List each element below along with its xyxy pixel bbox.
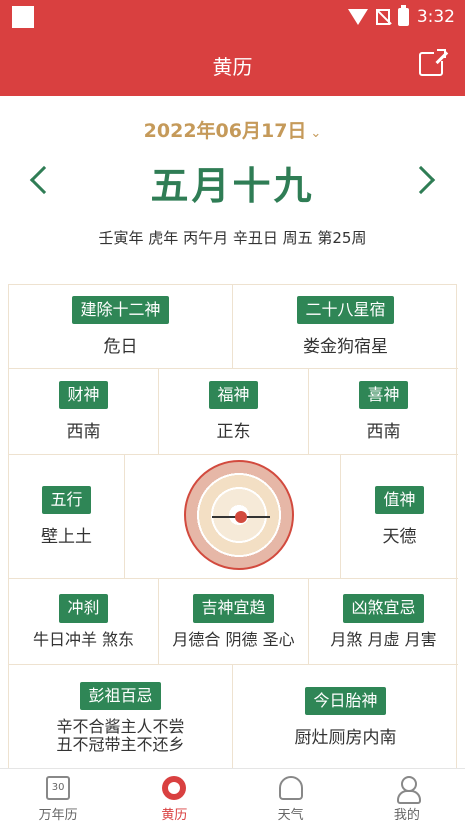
solar-date[interactable]: 2022年06月17日 ⌄ [0, 116, 465, 143]
feng-shui-compass-icon[interactable] [184, 460, 294, 570]
tab-wode[interactable]: 我的 [349, 769, 465, 830]
pengzu-line-1: 辛不合酱主人不尝 [56, 717, 185, 737]
value-jishen: 月德合 阴德 圣心 [172, 630, 295, 650]
cell-xiongsha[interactable]: 凶煞宜忌 月煞 月虚 月害 [309, 579, 458, 665]
app-icon [12, 6, 34, 28]
chevron-down-icon: ⌄ [310, 126, 322, 141]
tag-pengzu: 彭祖百忌 [80, 681, 161, 711]
calendar-icon: 30 [46, 776, 71, 800]
tab-label-wannianli: 万年历 [38, 808, 78, 823]
value-xingxiu: 娄金狗宿星 [303, 337, 388, 358]
header-bar: 黄历 [0, 34, 465, 96]
value-xiongsha: 月煞 月虚 月害 [330, 630, 437, 650]
tab-label-tianqi: 天气 [277, 808, 304, 823]
page-title: 黄历 [212, 55, 253, 79]
cell-caishen[interactable]: 财神 西南 [9, 369, 159, 455]
yinyang-icon [162, 776, 187, 800]
value-taishen: 厨灶厕房内南 [294, 728, 397, 749]
bottom-tab-bar: 30 万年历 黄历 天气 我的 [0, 768, 465, 830]
cell-pengzu[interactable]: 彭祖百忌 辛不合酱主人不尝 丑不冠带主不还乡 [9, 665, 233, 770]
cell-jianchu[interactable]: 建除十二神 危日 [9, 285, 233, 369]
cell-fushen[interactable]: 福神 正东 [159, 369, 309, 455]
cell-jishen[interactable]: 吉神宜趋 月德合 阴德 圣心 [159, 579, 309, 665]
tag-xishen: 喜神 [359, 380, 408, 410]
share-icon[interactable] [419, 49, 448, 76]
cell-taishen[interactable]: 今日胎神 厨灶厕房内南 [233, 665, 458, 770]
tag-zhishen: 值神 [375, 485, 424, 515]
value-caishen: 西南 [66, 422, 101, 443]
tab-label-huangli: 黄历 [161, 808, 188, 823]
tag-caishen: 财神 [59, 380, 108, 410]
wifi-icon [347, 9, 368, 25]
no-sim-icon [375, 9, 390, 25]
user-icon [396, 776, 421, 804]
tag-fushen: 福神 [209, 380, 258, 410]
value-chongsha: 牛日冲羊 煞东 [32, 630, 135, 650]
tag-chongsha: 冲刹 [59, 594, 108, 624]
value-zhishen: 天德 [382, 527, 417, 548]
weather-icon [278, 776, 303, 800]
ganzhi-line: 壬寅年 虎年 丙午月 辛丑日 周五 第25周 [98, 229, 367, 247]
status-bar: 3:32 [0, 0, 465, 34]
cell-xishen[interactable]: 喜神 西南 [309, 369, 458, 455]
pengzu-line-2: 丑不冠带主不还乡 [56, 734, 185, 754]
almanac-grid: 建除十二神 危日 二十八星宿 娄金狗宿星 财神 西南 福神 正东 喜神 西南 五… [8, 284, 458, 770]
tag-xingxiu: 二十八星宿 [297, 295, 394, 325]
status-time: 3:32 [416, 7, 455, 27]
value-jianchu: 危日 [103, 337, 138, 358]
cell-xingxiu[interactable]: 二十八星宿 娄金狗宿星 [233, 285, 458, 369]
cell-chongsha[interactable]: 冲刹 牛日冲羊 煞东 [9, 579, 159, 665]
status-icons: 3:32 [347, 5, 455, 29]
solar-date-text: 2022年06月17日 [143, 120, 307, 142]
tag-xiongsha: 凶煞宜忌 [343, 594, 424, 624]
cell-wuxing[interactable]: 五行 壁上土 [9, 455, 125, 579]
value-fushen: 正东 [216, 422, 251, 443]
battery-icon [397, 5, 409, 26]
tab-label-wode: 我的 [393, 808, 420, 823]
value-wuxing: 壁上土 [41, 527, 92, 548]
value-pengzu: 辛不合酱主人不尝 丑不冠带主不还乡 [56, 718, 184, 753]
tag-wuxing: 五行 [42, 485, 91, 515]
tab-huangli[interactable]: 黄历 [116, 769, 232, 830]
compass-hub [235, 511, 247, 523]
tag-jianchu: 建除十二神 [72, 295, 169, 325]
tag-taishen: 今日胎神 [305, 686, 386, 716]
value-xishen: 西南 [366, 422, 401, 443]
cell-zhishen[interactable]: 值神 天德 [341, 455, 458, 579]
tab-tianqi[interactable]: 天气 [233, 769, 349, 830]
tag-jishen: 吉神宜趋 [193, 594, 274, 624]
lunar-date: 五月十九 [150, 164, 315, 208]
tab-wannianli[interactable]: 30 万年历 [0, 769, 116, 830]
